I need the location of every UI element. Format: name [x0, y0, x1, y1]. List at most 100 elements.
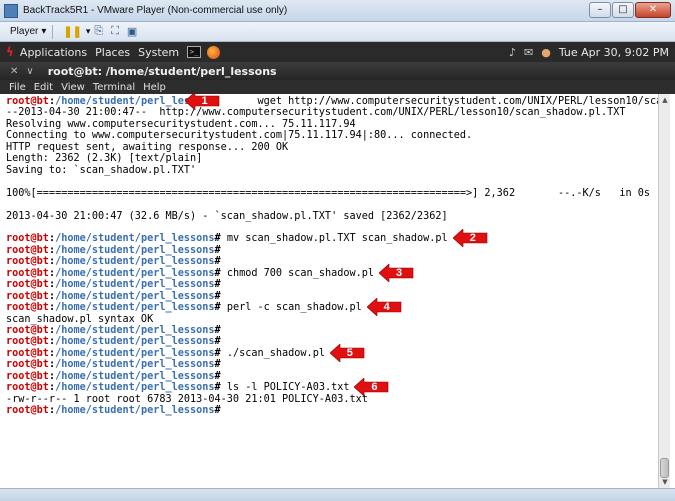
command-text: mv scan_shadow.pl.TXT scan_shadow.pl [220, 233, 448, 245]
callout-arrow-6: 6 [354, 378, 390, 397]
callout-arrow-4: 4 [366, 298, 403, 317]
command-text: ls -l POLICY-A03.txt [220, 382, 350, 394]
prompt-line: root@bt:/home/student/perl_lessons# chmo… [6, 268, 374, 280]
prompt-path: /home/student/perl_lessons [55, 325, 215, 336]
command-text [221, 256, 227, 267]
window-controls: – □ ✕ [589, 2, 671, 18]
prompt-line: root@bt:/home/student/perl_lessons# [6, 325, 227, 337]
prompt-user: root@bt [6, 96, 49, 107]
prompt-path: /home/student/perl_lessons [55, 267, 215, 279]
vm-title-bar: BackTrack5R1 - VMware Player (Non-commer… [0, 0, 675, 22]
close-button[interactable]: ✕ [635, 2, 671, 18]
prompt-line: root@bt:/home/student/perl_lessons# [6, 359, 227, 371]
prompt-path: /home/student/perl_lessons [55, 256, 215, 268]
maximize-button[interactable]: □ [612, 2, 634, 18]
command-text: ./scan_shadow.pl [220, 347, 325, 359]
command-text: wget http://www.computersecuritystudent.… [257, 96, 658, 107]
prompt-path: /home/student/perl_lessons [55, 405, 215, 417]
terminal-launcher-icon[interactable]: >_ [187, 46, 202, 58]
terminal-output[interactable]: root@bt:/home/student/perl_les wget http… [2, 94, 658, 488]
scroll-up-icon[interactable]: ▲ [659, 94, 671, 106]
command-text [221, 405, 227, 416]
prompt-user: root@bt [6, 256, 49, 268]
terminal-close-icon[interactable]: ✕ [10, 66, 18, 77]
output-line: --2013-04-30 21:00:47-- http://www.compu… [6, 107, 626, 119]
applications-menu[interactable]: Applications [20, 46, 87, 59]
prompt-path: /home/student/perl_lessons [55, 244, 215, 256]
prompt-path: /home/student/perl_lessons [55, 370, 215, 382]
prompt-path: /home/student/perl_lessons [55, 290, 215, 302]
pause-icon[interactable]: ❚❚ [63, 25, 81, 38]
output-line: scan_shadow.pl syntax OK [6, 313, 154, 325]
callout-arrow-2: 2 [452, 229, 489, 248]
panel-clock[interactable]: Tue Apr 30, 9:02 PM [559, 46, 669, 59]
volume-icon[interactable]: ♪ [509, 46, 516, 59]
dropdown-icon: ▾ [41, 26, 47, 37]
prompt-line: root@bt:/home/student/perl_lessons# perl… [6, 302, 362, 314]
scrollbar-thumb[interactable] [660, 458, 669, 478]
firefox-icon[interactable] [207, 45, 221, 59]
callout-number: 3 [395, 266, 403, 279]
vmware-logo-icon [4, 3, 18, 18]
terminal-scrollbar[interactable]: ▲ ▼ [658, 94, 670, 488]
prompt-user: root@bt [6, 359, 49, 371]
vm-window-bottom-edge [0, 488, 675, 501]
prompt-line: root@bt:/home/student/perl_lessons# ./sc… [6, 348, 325, 360]
terminal-minimize-icon[interactable]: ∨ [26, 66, 33, 77]
prompt-line: root@bt:/home/student/perl_lessons# ls -… [6, 382, 350, 394]
prompt-user: root@bt [6, 290, 49, 302]
prompt-path: /home/student/perl_lessons [55, 279, 215, 291]
output-line: -rw-r--r-- 1 root root 6783 2013-04-30 2… [6, 393, 368, 405]
output-line: Connecting to www.computersecuritystuden… [6, 130, 473, 142]
prompt-path: /home/student/perl_lessons [55, 347, 215, 359]
player-menu-button[interactable]: Player ▾ [10, 26, 46, 37]
menu-file[interactable]: File [9, 82, 26, 93]
unity-icon[interactable]: ▣ [127, 25, 137, 38]
prompt-path: /home/student/perl_lessons [55, 233, 215, 245]
command-text [221, 336, 227, 347]
output-line: Saving to: `scan_shadow.pl.TXT' [6, 164, 197, 176]
prompt-line: root@bt:/home/student/perl_lessons# [6, 279, 227, 291]
fullscreen-icon[interactable]: ⛶ [111, 25, 119, 38]
menu-view[interactable]: View [61, 82, 85, 93]
output-line: 2013-04-30 21:00:47 (32.6 MB/s) - `scan_… [6, 210, 448, 222]
mail-icon[interactable]: ✉ [524, 46, 533, 59]
network-icon[interactable]: ⎘ [94, 25, 103, 38]
command-text: chmod 700 scan_shadow.pl [220, 267, 375, 279]
callout-number: 1 [201, 95, 208, 107]
user-icon[interactable]: ● [541, 46, 551, 59]
terminal-window-title: root@bt: /home/student/perl_lessons [47, 64, 277, 78]
minimize-button[interactable]: – [589, 2, 611, 18]
prompt-user: root@bt [6, 279, 49, 291]
backtrack-logo-icon[interactable]: ϟ [6, 45, 14, 59]
pause-dropdown-icon[interactable]: ▾ [86, 26, 91, 37]
menu-terminal[interactable]: Terminal [93, 82, 135, 93]
system-menu[interactable]: System [138, 46, 179, 59]
menu-help[interactable]: Help [143, 82, 166, 93]
output-line: Length: 2362 (2.3K) [text/plain] [6, 153, 203, 165]
scroll-down-icon[interactable]: ▼ [659, 476, 671, 488]
prompt-path: /home/student/perl_lessons [55, 336, 215, 348]
places-menu[interactable]: Places [95, 46, 130, 59]
prompt-line: root@bt:/home/student/perl_lessons# [6, 405, 227, 417]
prompt-user: root@bt [6, 233, 49, 245]
command-text [221, 291, 227, 302]
prompt-user: root@bt [6, 325, 49, 336]
callout-number: 5 [346, 346, 353, 359]
prompt-line: root@bt:/home/student/perl_lessons# [6, 245, 227, 257]
prompt-path: /home/student/perl_les [55, 96, 191, 107]
callout-number: 6 [371, 381, 378, 394]
player-menu-label: Player [10, 26, 39, 37]
prompt-path: /home/student/perl_lessons [55, 302, 215, 314]
command-text [221, 371, 227, 382]
command-text [221, 245, 227, 256]
menu-edit[interactable]: Edit [34, 82, 53, 93]
prompt-line: root@bt:/home/student/perl_lessons# [6, 291, 227, 303]
command-text: perl -c scan_shadow.pl [220, 302, 362, 314]
toolbar-divider [52, 24, 54, 39]
output-line: Resolving www.computersecuritystudent.co… [6, 118, 356, 130]
vm-toolbar: Player ▾ ❚❚ ▾ ⎘ ⛶ ▣ [0, 22, 675, 42]
prompt-user: root@bt [6, 370, 49, 382]
gnome-top-panel: ϟ Applications Places System >_ ♪ ✉ ● Tu… [0, 42, 675, 62]
terminal-title-bar: ✕ ∨ root@bt: /home/student/perl_lessons [0, 62, 675, 80]
